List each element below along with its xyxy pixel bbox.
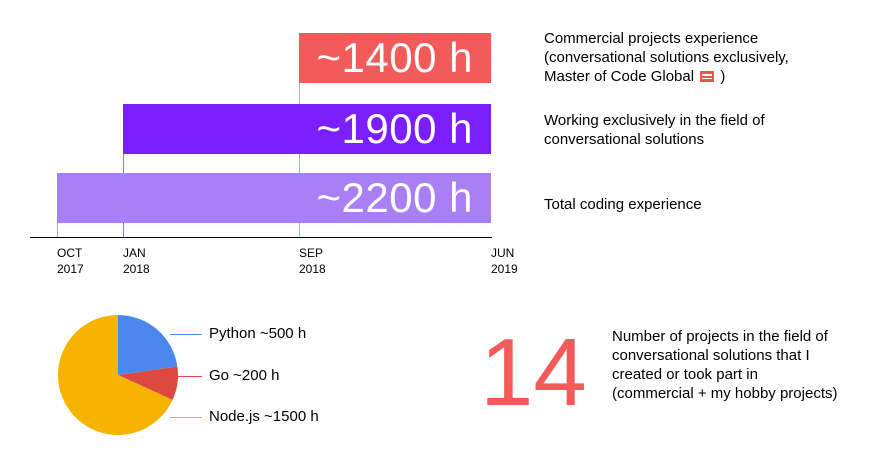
timeline-axis [30,237,492,238]
legend-label-nodejs: Node.js ~1500 h [209,408,319,425]
legend-line-python [170,334,202,335]
legend-label-python: Python ~500 h [209,325,307,342]
master-of-code-logo-icon [700,71,715,82]
tick-label-jan-2018: JAN 2018 [123,246,150,276]
description-conversational: Working exclusively in the field of conv… [544,112,765,148]
connector-line-oct-2017 [57,223,58,237]
bar-label-conversational: ~1900 h [316,105,473,152]
tick-label-jun-2019: JUN 2019 [491,246,518,276]
bar-label-total: ~2200 h [316,174,473,221]
pie-slice-nodejs [57,315,173,436]
bar-conversational: ~1900 h [123,104,491,154]
legend-line-nodejs [170,417,202,418]
pie-slice-python [118,315,178,375]
description-total: Total coding experience [544,196,702,213]
pie-slice-go [118,366,179,400]
legend-line-go [178,376,202,377]
tick-label-oct-2017: OCT 2017 [57,246,84,276]
description-commercial: Commercial projects experience (conversa… [544,30,789,85]
bar-label-commercial: ~1400 h [316,34,473,81]
bar-commercial: ~1400 h [299,33,491,83]
bar-total: ~2200 h [57,173,491,223]
projects-description: Number of projects in the field of conve… [612,328,838,402]
legend-label-go: Go ~200 h [209,367,280,384]
projects-count: 14 [480,319,587,426]
tick-label-sep-2018: SEP 2018 [299,246,326,276]
